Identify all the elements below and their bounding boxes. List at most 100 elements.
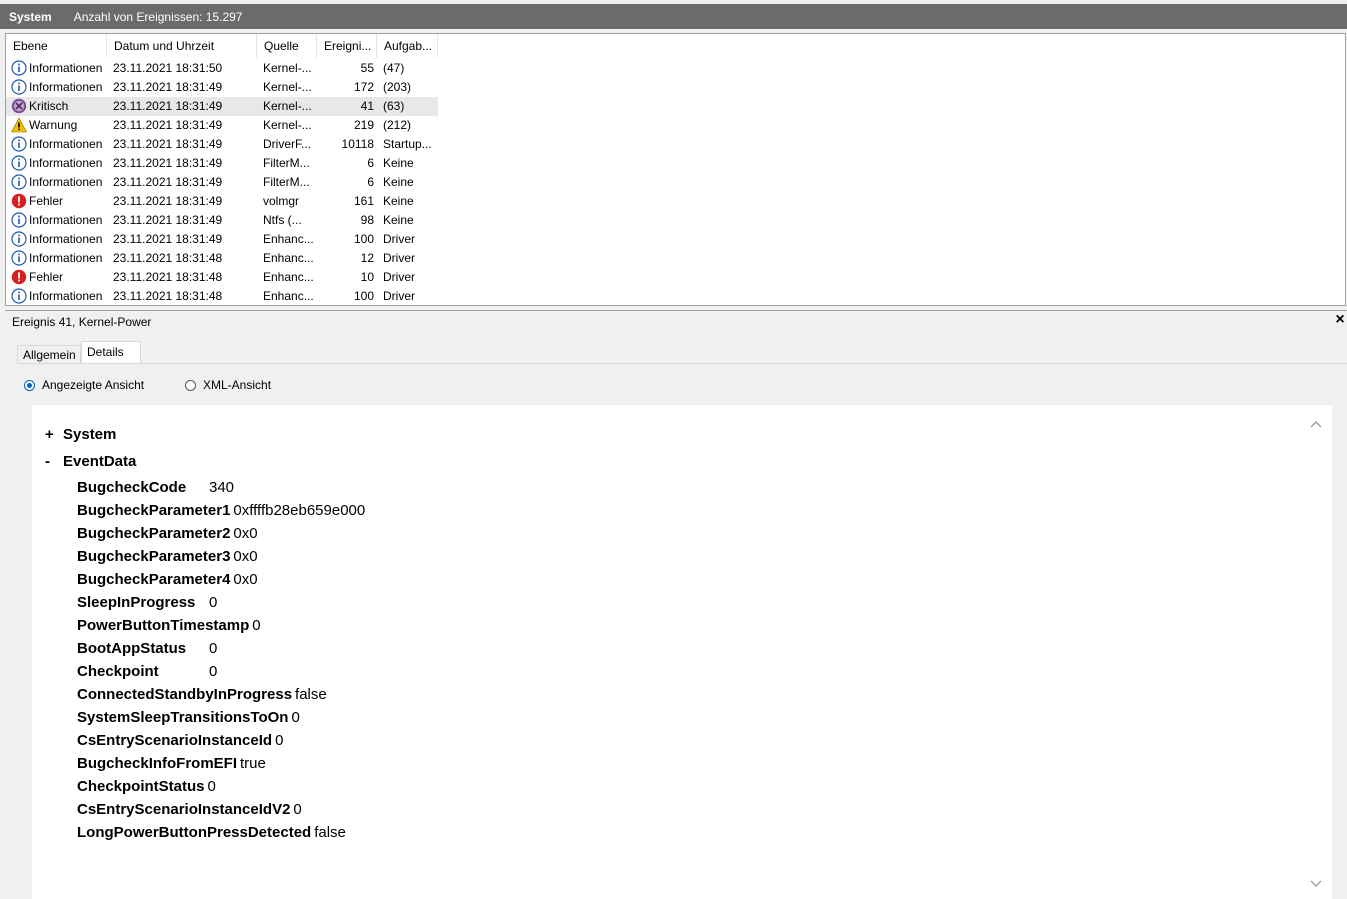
- eventdata-field: CsEntryScenarioInstanceIdV2 0: [77, 798, 365, 821]
- info-icon: [11, 79, 27, 95]
- row-date: 23.11.2021 18:31:49: [113, 232, 223, 246]
- eventdata-field: BugcheckParameter2 0x0: [77, 522, 365, 545]
- info-icon: [11, 174, 27, 190]
- field-value: 0: [209, 594, 218, 611]
- scroll-up-icon[interactable]: [1310, 415, 1322, 431]
- row-level: Fehler: [29, 194, 64, 208]
- radio-shown-view[interactable]: Angezeigte Ansicht: [24, 378, 144, 392]
- row-event-id: 172: [353, 80, 374, 94]
- eventdata-fields: BugcheckCode 340 BugcheckParameter1 0xffffb…: [77, 476, 365, 844]
- field-value: 0: [252, 617, 261, 634]
- field-name: PowerButtonTimestamp: [77, 617, 250, 634]
- row-level: Fehler: [29, 270, 64, 284]
- table-row[interactable]: Informationen 23.11.2021 18:31:49 DriverF.…: [6, 135, 438, 154]
- error-icon: [11, 269, 27, 285]
- critical-icon: [11, 98, 27, 114]
- row-level: Informationen: [29, 251, 103, 265]
- table-row[interactable]: Informationen 23.11.2021 18:31:49 FilterM.…: [6, 173, 438, 192]
- radio-shown-view-dot[interactable]: [24, 379, 35, 391]
- eventdata-field: SleepInProgress 0: [77, 591, 365, 614]
- row-source: Kernel-...: [263, 99, 312, 113]
- row-event-id: 55: [360, 61, 374, 75]
- row-task: Keine: [383, 175, 414, 189]
- eventdata-field: BugcheckCode 340: [77, 476, 365, 499]
- field-value: 0: [275, 732, 284, 749]
- close-icon[interactable]: ×: [1333, 311, 1347, 329]
- table-row[interactable]: Informationen 23.11.2021 18:31:49 Kernel-.…: [6, 78, 438, 97]
- row-event-id: 100: [353, 232, 374, 246]
- eventdata-field: BugcheckParameter4 0x0: [77, 568, 365, 591]
- table-row[interactable]: Warnung 23.11.2021 18:31:49 Kernel-... 219 (…: [6, 116, 438, 135]
- eventdata-field: BootAppStatus 0: [77, 637, 365, 660]
- table-row[interactable]: Informationen 23.11.2021 18:31:48 Enhanc..…: [6, 287, 438, 305]
- row-task: Driver: [383, 289, 415, 303]
- info-icon: [11, 60, 27, 76]
- field-name: BugcheckInfoFromEFI: [77, 755, 238, 772]
- row-event-id: 12: [360, 251, 374, 265]
- radio-xml-view[interactable]: XML-Ansicht: [185, 378, 271, 392]
- table-row[interactable]: Fehler 23.11.2021 18:31:49 volmgr 161 Keine: [6, 192, 438, 211]
- row-task: Startup...: [383, 137, 432, 151]
- field-value: 340: [209, 479, 235, 496]
- event-count: Anzahl von Ereignissen: 15.297: [73, 9, 243, 24]
- row-date: 23.11.2021 18:31:49: [113, 175, 223, 189]
- error-icon: [11, 193, 27, 209]
- table-row[interactable]: Kritisch 23.11.2021 18:31:49 Kernel-... 41 (…: [6, 97, 438, 116]
- row-date: 23.11.2021 18:31:49: [113, 213, 223, 227]
- row-level: Kritisch: [29, 99, 69, 113]
- field-name: ConnectedStandbyInProgress: [77, 686, 293, 703]
- section-system[interactable]: + System: [45, 426, 116, 443]
- table-row[interactable]: Informationen 23.11.2021 18:31:50 Kernel-.…: [6, 59, 438, 78]
- info-icon: [11, 136, 27, 152]
- row-task: Driver: [383, 270, 415, 284]
- row-task: Driver: [383, 232, 415, 246]
- row-source: DriverF...: [263, 137, 311, 151]
- row-date: 23.11.2021 18:31:48: [113, 289, 223, 303]
- event-list[interactable]: Ebene Datum und Uhrzeit Quelle Ereigni..…: [5, 33, 1346, 306]
- field-name: CheckpointStatus: [77, 778, 205, 795]
- row-event-id: 10: [360, 270, 374, 284]
- column-header-date[interactable]: Datum und Uhrzeit: [107, 34, 257, 58]
- table-row[interactable]: Informationen 23.11.2021 18:31:49 Enhanc..…: [6, 230, 438, 249]
- expand-toggle-system[interactable]: +: [45, 426, 63, 443]
- row-event-id: 98: [360, 213, 374, 227]
- scroll-down-icon[interactable]: [1310, 875, 1322, 891]
- event-list-header: Ebene Datum und Uhrzeit Quelle Ereigni..…: [6, 34, 1345, 58]
- table-row[interactable]: Informationen 23.11.2021 18:31:48 Enhanc..…: [6, 249, 438, 268]
- column-header-task[interactable]: Aufgab...: [377, 34, 438, 58]
- eventdata-field: BugcheckParameter3 0x0: [77, 545, 365, 568]
- row-task: (212): [383, 118, 412, 132]
- section-eventdata[interactable]: - EventData: [45, 453, 136, 470]
- column-header-source[interactable]: Quelle: [257, 34, 317, 58]
- row-level: Informationen: [29, 137, 103, 151]
- row-date: 23.11.2021 18:31:49: [113, 80, 223, 94]
- radio-xml-view-dot[interactable]: [185, 379, 196, 391]
- row-level: Informationen: [29, 213, 103, 227]
- column-header-level[interactable]: Ebene: [6, 34, 107, 58]
- row-source: FilterM...: [263, 175, 310, 189]
- column-header-event-id[interactable]: Ereigni...: [317, 34, 377, 58]
- table-row[interactable]: Informationen 23.11.2021 18:31:49 FilterM.…: [6, 154, 438, 173]
- row-source: volmgr: [263, 194, 300, 208]
- info-icon: [11, 231, 27, 247]
- info-icon: [11, 250, 27, 266]
- row-date: 23.11.2021 18:31:49: [113, 194, 223, 208]
- row-level: Informationen: [29, 61, 103, 75]
- field-name: BootAppStatus: [77, 640, 187, 657]
- eventdata-field: BugcheckInfoFromEFI true: [77, 752, 365, 775]
- table-row[interactable]: Fehler 23.11.2021 18:31:48 Enhanc... 10 Driv…: [6, 268, 438, 287]
- eventdata-field: CsEntryScenarioInstanceId 0: [77, 729, 365, 752]
- friendly-view-panel[interactable]: + System - EventData BugcheckCode 340 Bugche…: [32, 405, 1332, 899]
- field-value: 0: [291, 709, 300, 726]
- table-row[interactable]: Informationen 23.11.2021 18:31:49 Ntfs (..…: [6, 211, 438, 230]
- row-task: (203): [383, 80, 412, 94]
- row-date: 23.11.2021 18:31:49: [113, 118, 223, 132]
- field-value: false: [314, 824, 346, 841]
- tab-details[interactable]: Details: [81, 341, 141, 364]
- eventdata-field: Checkpoint 0: [77, 660, 365, 683]
- row-level: Informationen: [29, 80, 103, 94]
- tab-general[interactable]: Allgemein: [17, 345, 81, 363]
- collapse-toggle-eventdata[interactable]: -: [45, 453, 63, 470]
- row-event-id: 6: [367, 156, 374, 170]
- field-name: BugcheckParameter2: [77, 525, 231, 542]
